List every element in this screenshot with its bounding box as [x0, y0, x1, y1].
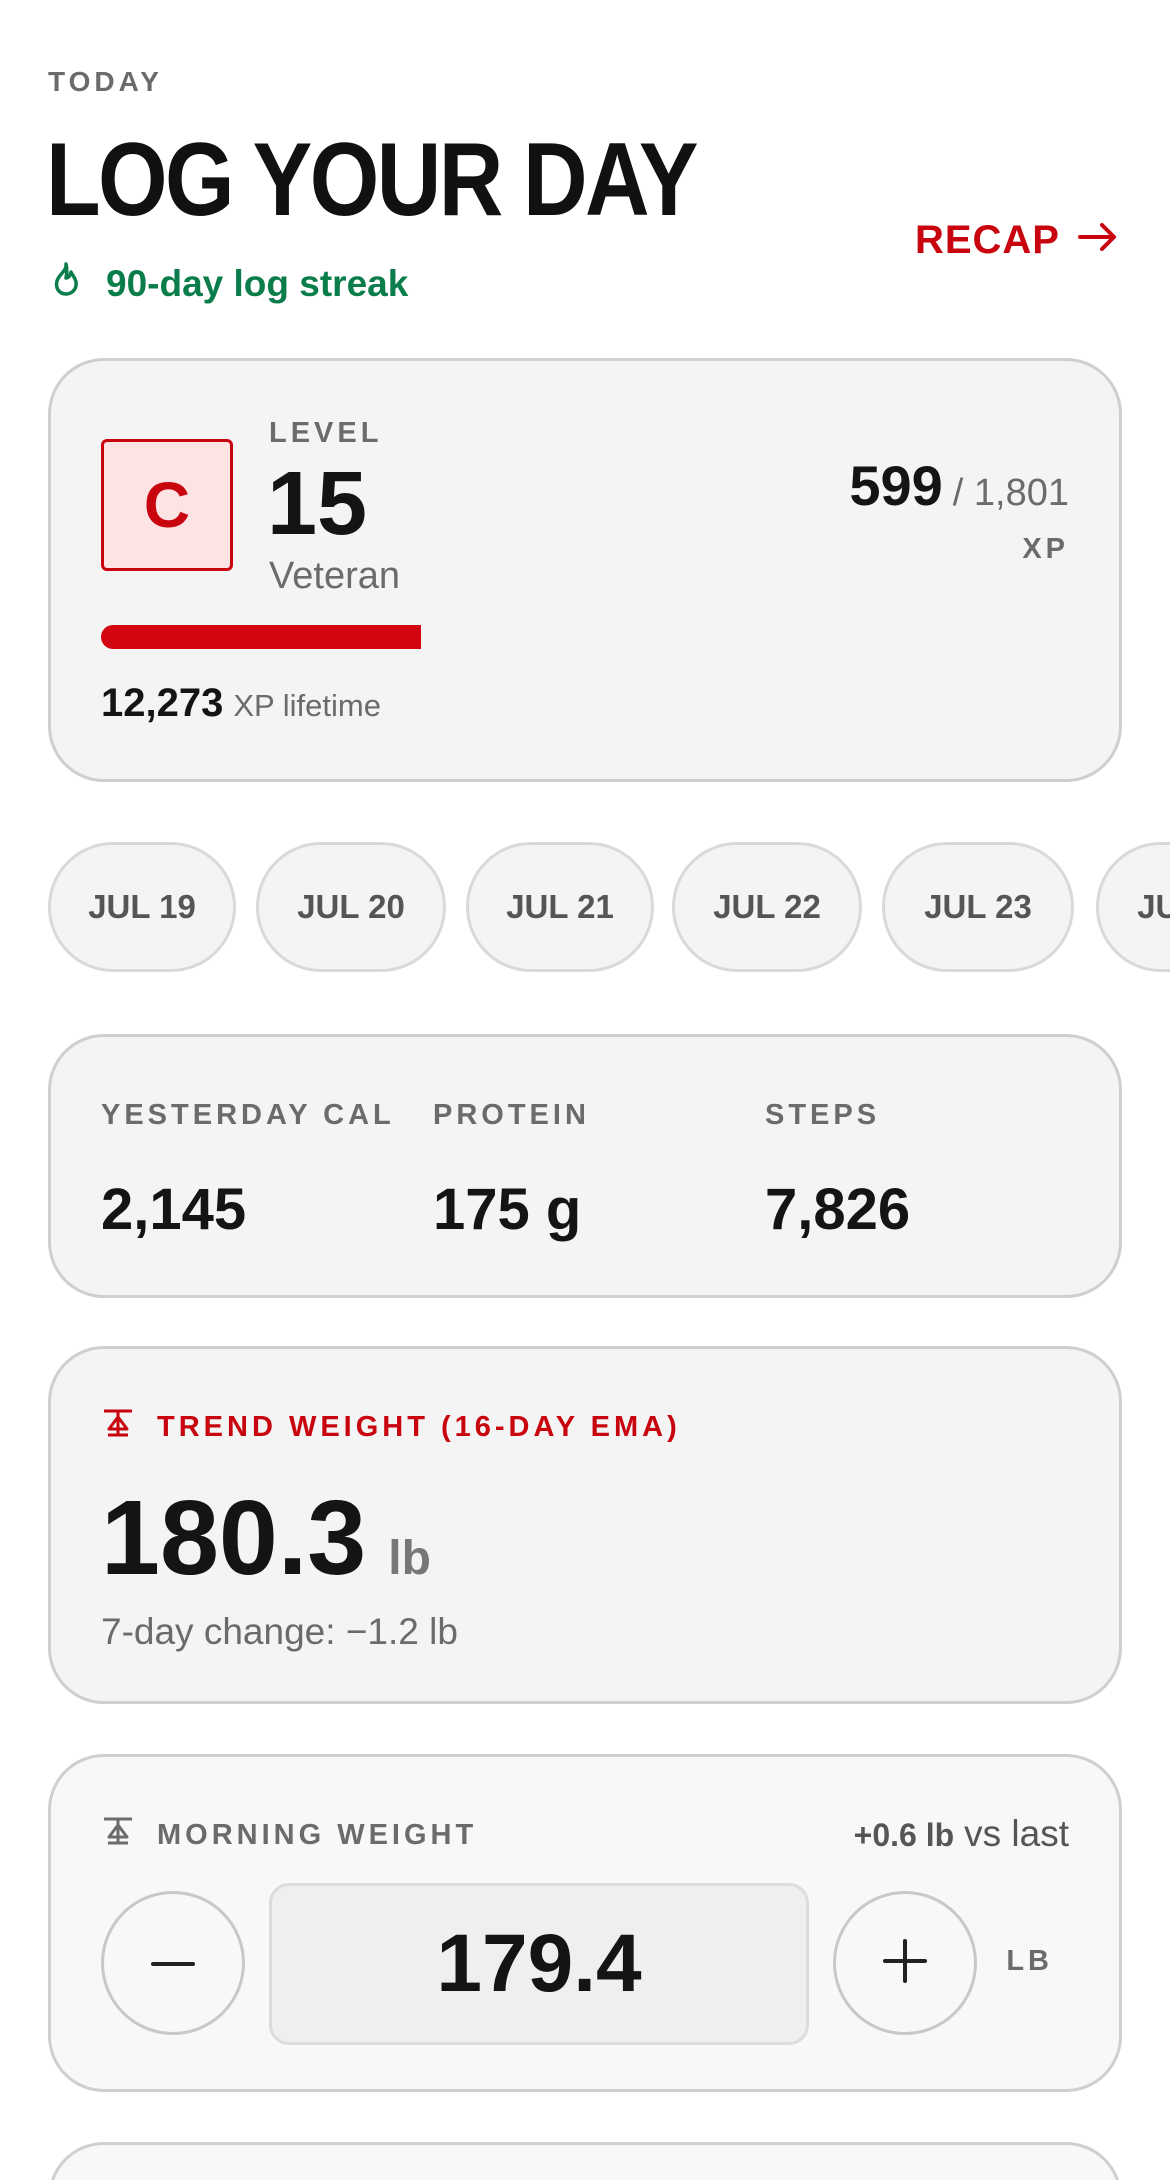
xp-unit: XP [1022, 533, 1069, 565]
stat-steps: STEPS 7,826 [765, 1099, 910, 1243]
date-chip[interactable]: JUL 24 [1096, 842, 1170, 972]
increment-weight-button[interactable] [833, 1891, 977, 2035]
next-card [48, 2142, 1122, 2180]
morning-weight-label: MORNING WEIGHT [157, 1818, 478, 1851]
stat-protein: PROTEIN 175 g [433, 1099, 590, 1243]
decrement-weight-button[interactable] [101, 1891, 245, 2035]
xp-progress-text: 599 / 1,801 [849, 453, 1069, 518]
trend-weight-unit: lb [388, 1532, 431, 1585]
recap-link[interactable]: RECAP [915, 218, 1118, 263]
weight-delta: +0.6 lb vs last [854, 1813, 1069, 1855]
streak-text: 90-day log streak [106, 262, 409, 304]
weight-unit: LB [1006, 1945, 1053, 1977]
stat-label: PROTEIN [433, 1099, 590, 1131]
level-badge: C [101, 439, 233, 571]
weight-delta-value: +0.6 lb [853, 1817, 955, 1853]
weight-delta-suffix: vs last [964, 1813, 1069, 1854]
streak-indicator: 90-day log streak [52, 262, 408, 305]
level-rank: Veteran [269, 555, 400, 597]
level-number: 15 [267, 454, 368, 554]
recap-label: RECAP [914, 218, 1060, 262]
date-selector: JUL 19 JUL 20 JUL 21 JUL 22 JUL 23 JUL 2… [48, 842, 1170, 976]
stat-label: YESTERDAY CAL [101, 1099, 395, 1131]
flame-icon [52, 262, 80, 305]
level-card: C LEVEL 15 Veteran 599 / 1,801 XP 12,273… [48, 358, 1122, 782]
stat-calories: YESTERDAY CAL 2,145 [101, 1099, 395, 1243]
level-label: LEVEL [269, 417, 383, 449]
lifetime-xp-label: XP lifetime [233, 688, 381, 723]
trend-weight-value: 180.3 lb [101, 1485, 431, 1591]
xp-progress-bar [101, 625, 1071, 649]
date-chip[interactable]: JUL 22 [672, 842, 862, 972]
log-day-screen: TODAY LOG YOUR DAY 90-day log streak REC… [0, 0, 1170, 2180]
trend-weight-label: TREND WEIGHT (16-DAY EMA) [157, 1410, 681, 1443]
stat-value: 175 g [433, 1177, 582, 1242]
stat-value: 2,145 [101, 1177, 247, 1242]
morning-weight-header: MORNING WEIGHT [101, 1815, 477, 1855]
xp-progress-fill [101, 625, 422, 649]
lifetime-xp: 12,273 XP lifetime [101, 681, 381, 726]
plus-icon [883, 1938, 927, 1988]
page-title: LOG YOUR DAY [46, 122, 699, 238]
date-chip[interactable]: JUL 20 [256, 842, 446, 972]
date-chip[interactable]: JUL 23 [882, 842, 1074, 972]
page-eyebrow: TODAY [48, 66, 163, 97]
xp-total: / 1,801 [952, 472, 1069, 514]
daily-stats-card: YESTERDAY CAL 2,145 PROTEIN 175 g STEPS … [48, 1034, 1122, 1298]
scale-icon [101, 1815, 135, 1855]
stat-label: STEPS [765, 1099, 881, 1131]
trend-weight-card: TREND WEIGHT (16-DAY EMA) 180.3 lb 7-day… [48, 1346, 1122, 1704]
xp-current: 599 [849, 454, 943, 517]
minus-icon [151, 1954, 195, 1972]
stat-value: 7,826 [765, 1177, 911, 1242]
lifetime-xp-value: 12,273 [101, 681, 224, 725]
trend-weight-number: 180.3 [101, 1479, 367, 1597]
date-chip[interactable]: JUL 21 [466, 842, 654, 972]
weight-input[interactable] [269, 1883, 809, 2045]
arrow-right-icon [1078, 218, 1118, 263]
trend-weight-change: 7-day change: −1.2 lb [101, 1611, 458, 1652]
date-chip[interactable]: JUL 19 [48, 842, 236, 972]
scale-icon [101, 1407, 135, 1447]
trend-weight-header: TREND WEIGHT (16-DAY EMA) [101, 1407, 681, 1447]
morning-weight-card: MORNING WEIGHT +0.6 lb vs last LB [48, 1754, 1122, 2092]
